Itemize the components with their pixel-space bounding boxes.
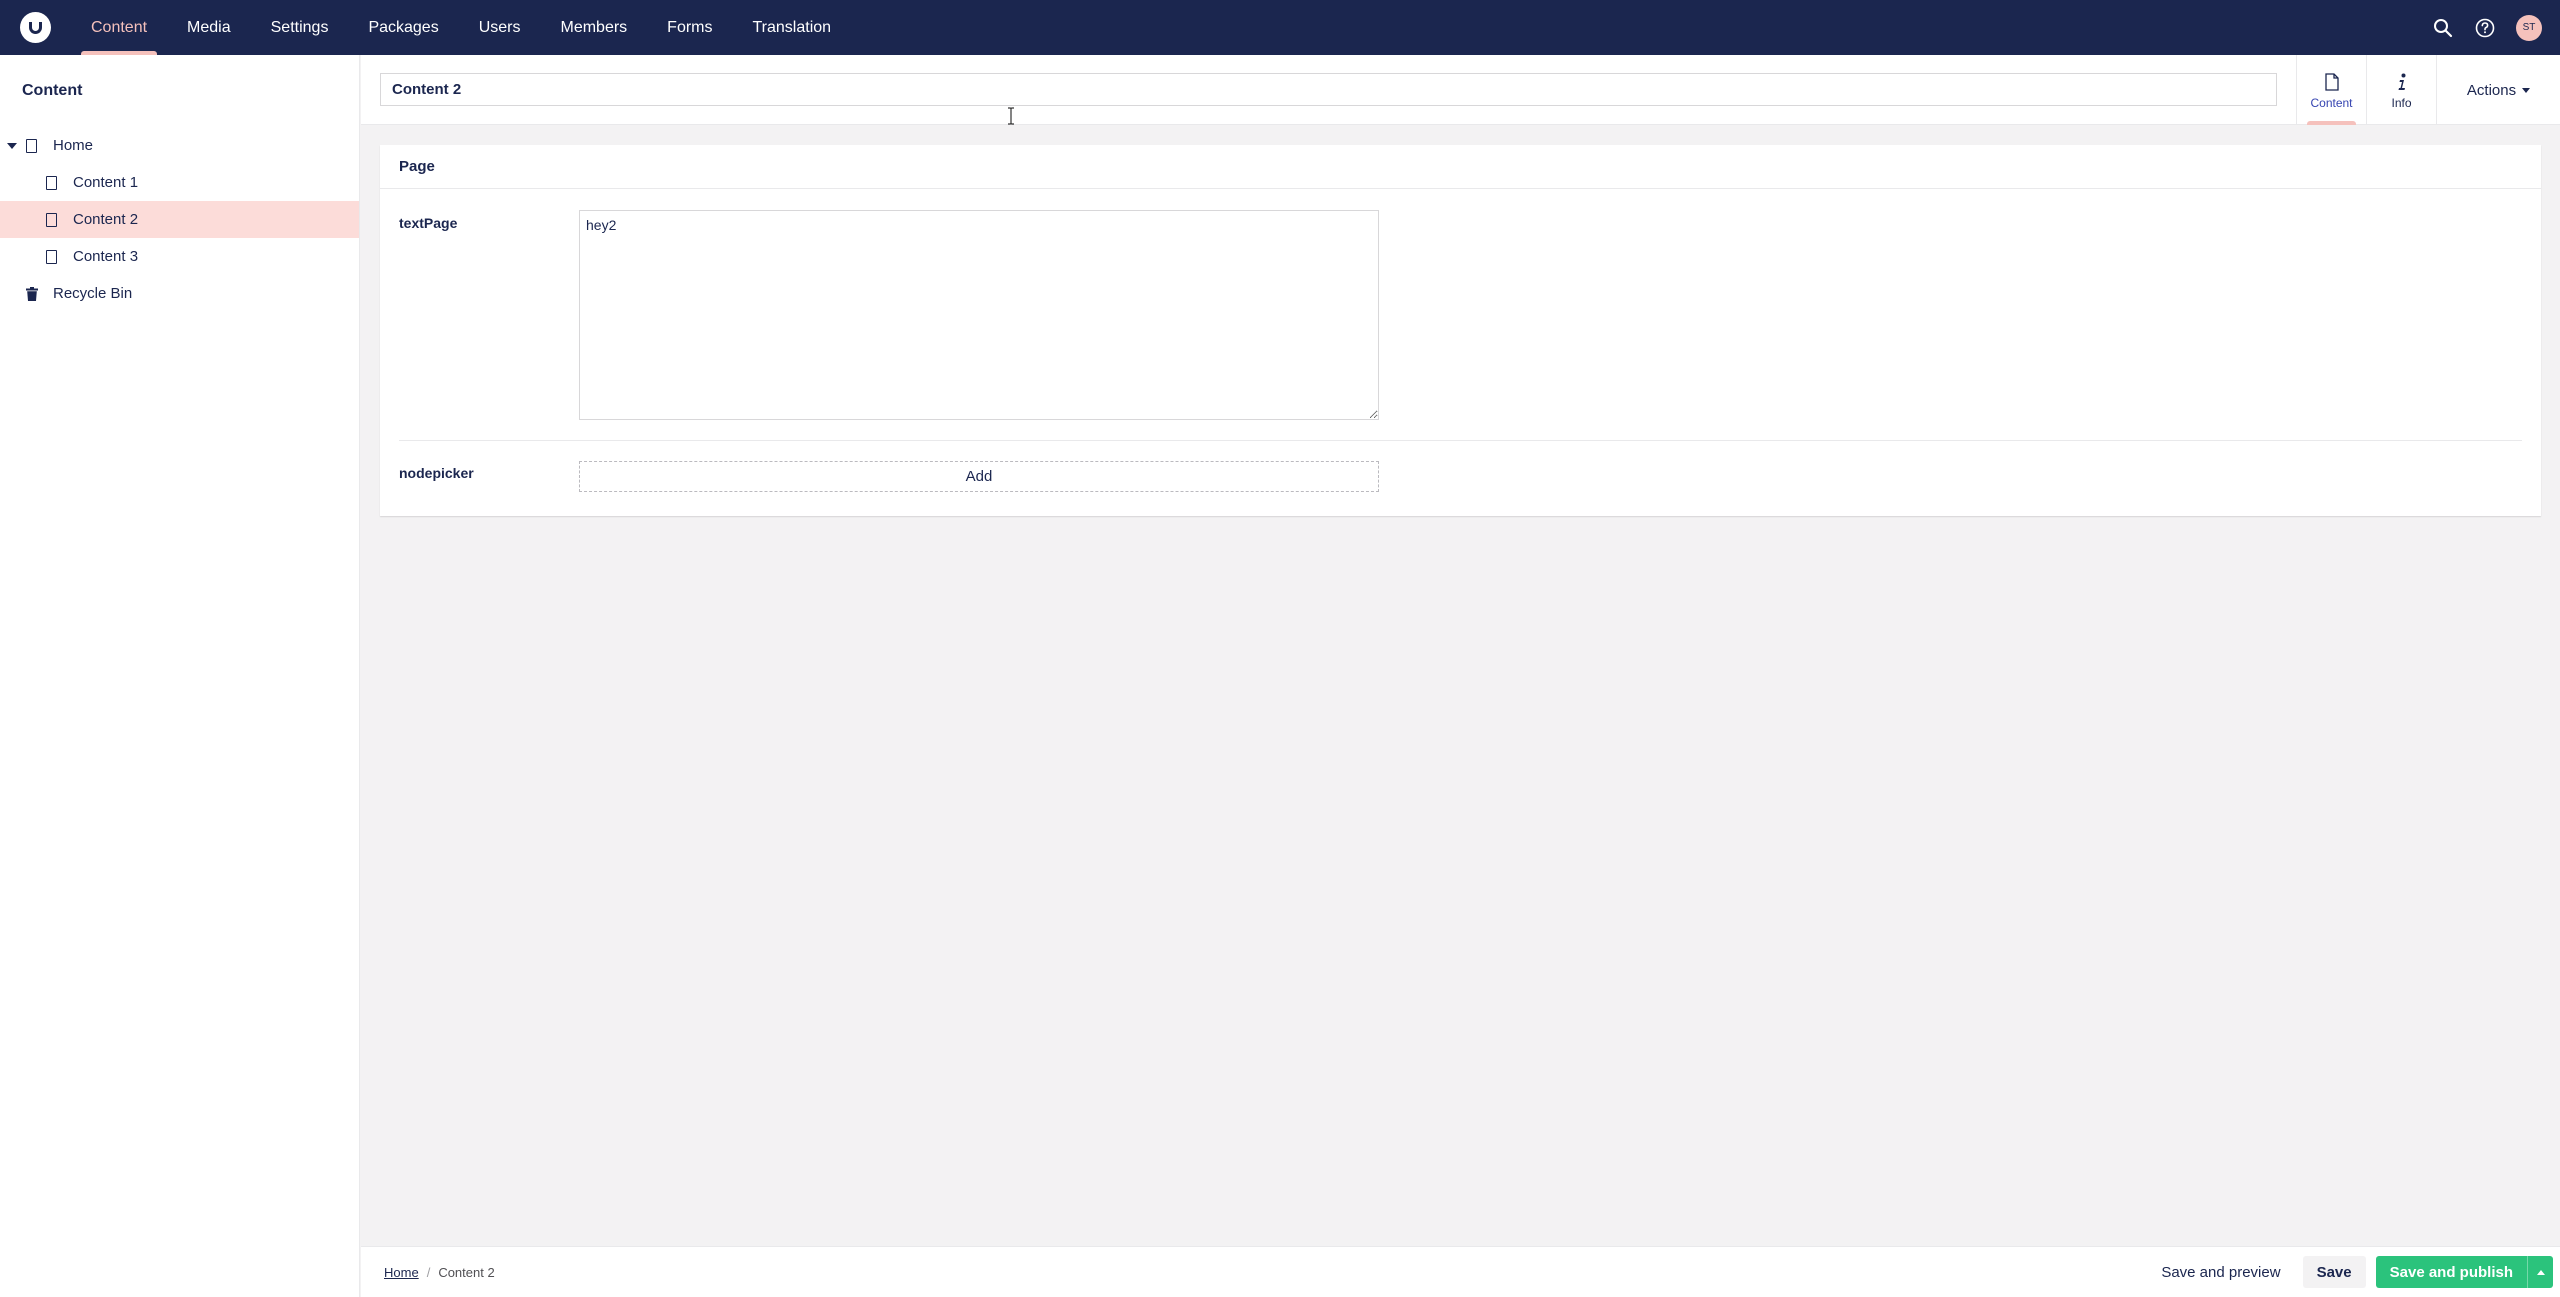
group-title: Page [380, 145, 2541, 189]
nav-item-content[interactable]: Content [71, 0, 167, 55]
nav-item-settings[interactable]: Settings [251, 0, 349, 55]
tree-item-label: Content 1 [73, 174, 139, 191]
nav-item-translation[interactable]: Translation [733, 0, 852, 55]
actions-dropdown[interactable]: Actions [2436, 55, 2560, 125]
breadcrumb-current: Content 2 [438, 1264, 495, 1280]
section-nav: Content Media Settings Packages Users Me… [71, 0, 851, 55]
property-label-nodepicker: nodepicker [399, 465, 474, 481]
nav-item-media[interactable]: Media [167, 0, 251, 55]
document-icon [2324, 71, 2339, 93]
umbraco-logo-icon[interactable] [20, 12, 51, 43]
editor-header: Content Info Actions [361, 55, 2560, 125]
trash-icon [26, 286, 38, 301]
tree-item-label: Content 3 [73, 248, 139, 265]
document-icon [26, 138, 37, 153]
tab-label: Content [2310, 95, 2353, 110]
save-and-preview-button[interactable]: Save and preview [2149, 1256, 2292, 1288]
expand-caret-icon[interactable] [7, 142, 17, 149]
document-icon [46, 249, 57, 264]
top-navigation-bar: Content Media Settings Packages Users Me… [0, 0, 2560, 55]
sidebar-title: Content [22, 82, 83, 99]
tree-item-recycle-bin[interactable]: Recycle Bin [0, 275, 359, 312]
tab-label: Info [2391, 95, 2412, 110]
user-avatar[interactable]: ST [2516, 14, 2542, 41]
nav-item-forms[interactable]: Forms [647, 0, 732, 55]
tab-info[interactable]: Info [2366, 55, 2436, 125]
tree-item-content-1[interactable]: Content 1 [0, 164, 359, 201]
footer-actions: Save and preview Save Save and publish [2149, 1256, 2553, 1288]
breadcrumb-home-link[interactable]: Home [384, 1265, 419, 1280]
tree-item-content-2[interactable]: Content 2 [0, 201, 359, 238]
document-icon [46, 212, 57, 227]
textpage-textarea[interactable]: hey2 [579, 210, 1379, 420]
tree-item-label: Recycle Bin [53, 285, 133, 302]
tab-content[interactable]: Content [2296, 55, 2366, 125]
publish-options-toggle[interactable] [2527, 1256, 2553, 1288]
chevron-down-icon [2522, 87, 2531, 93]
content-app-tabs: Content Info [2296, 55, 2436, 125]
publish-button-group: Save and publish [2375, 1256, 2553, 1288]
save-and-publish-button[interactable]: Save and publish [2375, 1256, 2527, 1288]
editor-footer: Home / Content 2 Save and preview Save S… [361, 1246, 2560, 1297]
save-button[interactable]: Save [2302, 1256, 2366, 1288]
nodepicker-add-button[interactable]: Add [579, 461, 1379, 492]
actions-label: Actions [2466, 81, 2517, 99]
property-divider [399, 440, 2522, 441]
search-icon[interactable] [2432, 17, 2454, 39]
tree-item-label: Content 2 [73, 211, 139, 228]
text-cursor-icon [1008, 107, 1014, 125]
property-label-textpage: textPage [399, 215, 458, 231]
property-group-card: Page textPage hey2 nodepicker Add [380, 145, 2541, 516]
breadcrumb-separator: / [426, 1264, 431, 1280]
breadcrumb: Home / Content 2 [384, 1265, 495, 1280]
tree-item-home[interactable]: Home [0, 127, 359, 164]
content-name-input[interactable] [380, 73, 2277, 106]
tree-item-label: Home [53, 137, 94, 154]
topbar-tools: ST [2432, 14, 2542, 41]
tree-item-content-3[interactable]: Content 3 [0, 238, 359, 275]
chevron-up-icon [2536, 1269, 2545, 1275]
nav-item-users[interactable]: Users [459, 0, 541, 55]
content-tree-sidebar: Content Home Content 1 Content 2 Content… [0, 55, 360, 1297]
document-icon [46, 175, 57, 190]
nav-item-packages[interactable]: Packages [348, 0, 458, 55]
info-icon [2397, 71, 2407, 93]
nav-item-members[interactable]: Members [540, 0, 647, 55]
help-icon[interactable] [2474, 17, 2496, 39]
